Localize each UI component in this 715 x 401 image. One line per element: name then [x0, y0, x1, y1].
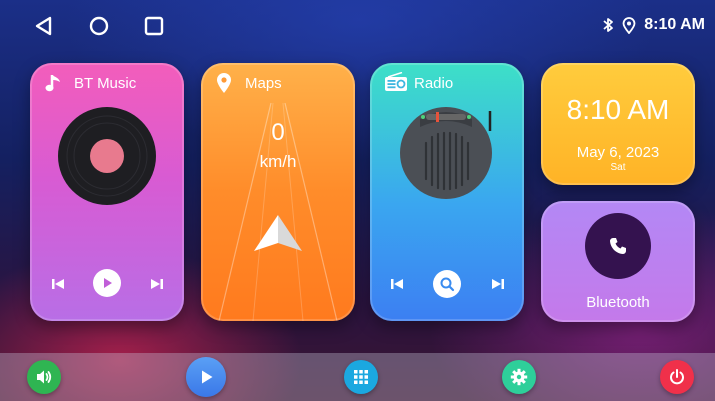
apps-button[interactable] [344, 360, 378, 394]
volume-icon [37, 370, 52, 384]
radio-speaker-icon [396, 101, 500, 206]
location-pin-icon [215, 72, 233, 99]
next-button[interactable] [489, 275, 507, 293]
media-play-button[interactable] [186, 357, 226, 397]
recents-icon[interactable] [142, 14, 166, 38]
card-title: Maps [245, 75, 282, 92]
clock-time: 8:10 AM [566, 94, 670, 125]
bottom-dock [0, 353, 715, 401]
bluetooth-icon [602, 17, 614, 33]
location-icon [622, 16, 636, 34]
radio-icon [384, 71, 408, 97]
vinyl-record-icon [57, 106, 157, 211]
power-icon [670, 369, 684, 385]
clock-card[interactable]: 8:10 AM May 6, 2023 Sat [541, 63, 695, 185]
search-icon [440, 277, 455, 292]
back-icon[interactable] [32, 14, 56, 38]
card-title: Radio [414, 75, 454, 92]
clock-day: Sat [610, 162, 626, 173]
play-button[interactable] [93, 269, 121, 297]
road-lines [218, 102, 338, 321]
settings-icon [510, 368, 528, 386]
clock-date: May 6, 2023 [576, 144, 660, 161]
status-bar: 8:10 AM [0, 0, 715, 56]
bluetooth-label: Bluetooth [586, 294, 650, 311]
bluetooth-card[interactable]: Bluetooth [541, 201, 695, 322]
previous-button[interactable] [388, 275, 406, 293]
home-icon[interactable] [87, 14, 111, 38]
previous-button[interactable] [49, 275, 67, 293]
power-button[interactable] [660, 360, 694, 394]
bt-music-card[interactable]: BT Music [30, 63, 184, 321]
status-time: 8:10 AM [644, 16, 705, 33]
play-icon [202, 370, 213, 384]
music-note-icon [44, 72, 64, 99]
status-indicators: 8:10 AM [602, 16, 705, 34]
volume-button[interactable] [27, 360, 61, 394]
card-title: BT Music [74, 75, 137, 92]
apps-grid-icon [354, 370, 368, 384]
speed-value: 0 [271, 119, 285, 146]
settings-button[interactable] [502, 360, 536, 394]
radio-card[interactable]: Radio [370, 63, 524, 321]
phone-icon [585, 213, 651, 279]
navigation-arrow-icon [252, 213, 304, 258]
speed-unit: km/h [259, 152, 297, 171]
next-button[interactable] [148, 275, 166, 293]
search-button[interactable] [433, 270, 461, 298]
maps-card[interactable]: Maps 0 km/h [201, 63, 355, 321]
